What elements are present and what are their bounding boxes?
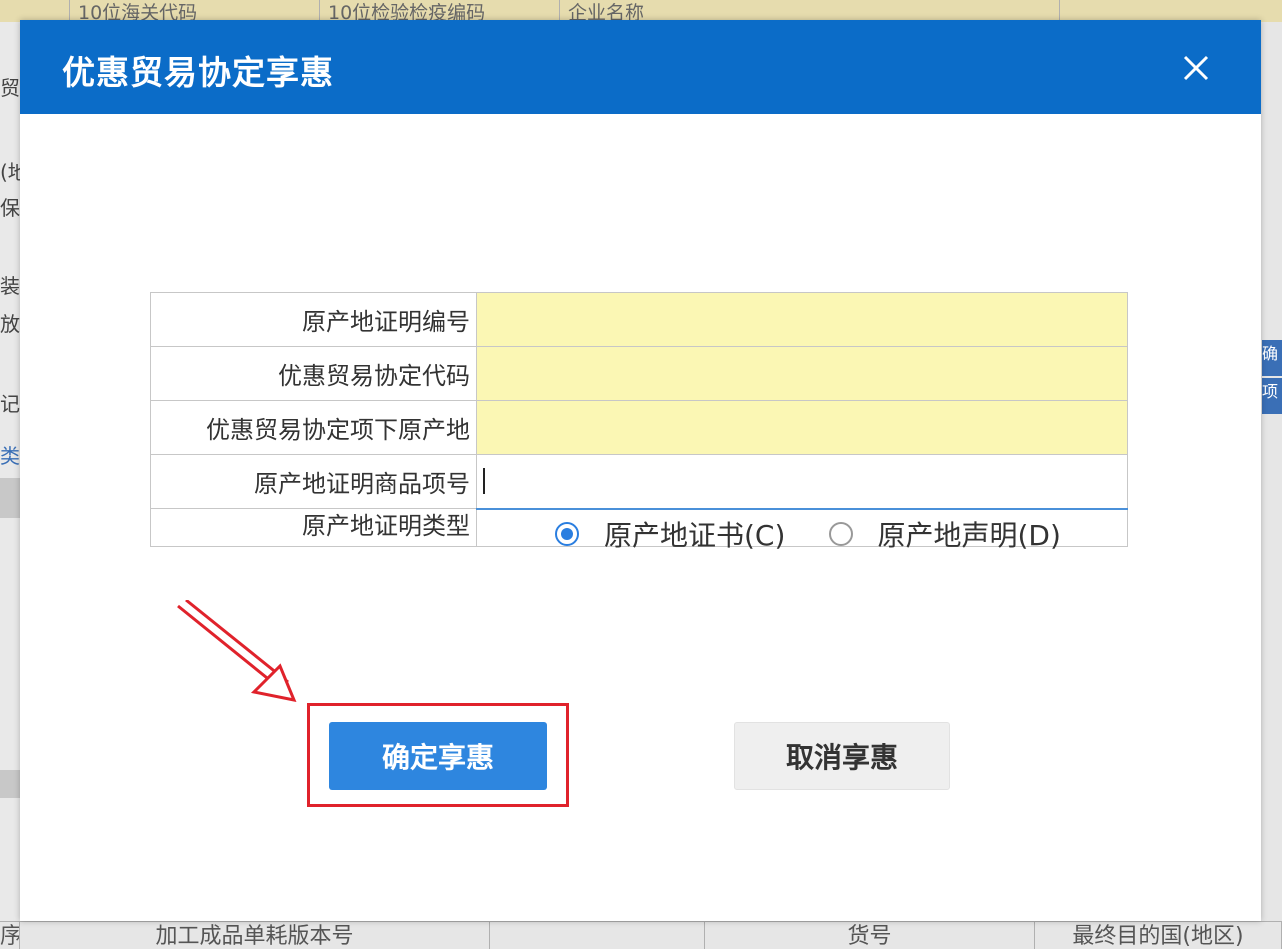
background-footer-cell: 货号 [705, 922, 1035, 949]
agreement-code-field[interactable] [476, 346, 1128, 401]
annotation-arrow-icon [177, 600, 297, 703]
background-table-footer: 序 加工成品单耗版本号 货号 最终目的国(地区) [0, 921, 1282, 949]
background-left-band [0, 770, 20, 798]
background-left-text: 类 [0, 444, 20, 468]
radio-label: 原产地证书(C) [604, 518, 786, 552]
background-footer-cell [490, 922, 705, 949]
background-left-text: (地 [0, 160, 20, 184]
certificate-type-field: 原产地证书(C) 原产地声明(D) [476, 508, 1128, 552]
form-row: 原产地证明商品项号 [150, 454, 1128, 510]
background-left-text: 贸 [0, 76, 20, 100]
confirm-preference-button[interactable]: 确定享惠 [329, 722, 547, 790]
preferential-trade-agreement-dialog: 优惠贸易协定享惠 原产地证明编号 优惠贸易协定代码 优惠贸易协定项下原产地 原产… [20, 20, 1261, 921]
agreement-origin-label: 优惠贸易协定项下原产地 [150, 400, 477, 455]
certificate-form: 原产地证明编号 优惠贸易协定代码 优惠贸易协定项下原产地 原产地证明商品项号 原… [150, 292, 1128, 552]
background-footer-cell: 序 [0, 922, 20, 949]
background-left-band [0, 478, 20, 518]
certificate-number-input[interactable] [477, 293, 1127, 346]
background-right-tab: 项 [1262, 378, 1282, 414]
background-left-text: 记 [0, 392, 20, 416]
certificate-number-field[interactable] [476, 292, 1128, 347]
form-row: 优惠贸易协定项下原产地 [150, 400, 1128, 455]
radio-label: 原产地声明(D) [877, 518, 1061, 552]
certificate-item-number-input[interactable] [477, 455, 1127, 508]
agreement-origin-input[interactable] [477, 401, 1127, 454]
close-icon[interactable] [1178, 50, 1214, 86]
background-header-blank [0, 0, 70, 22]
radio-unselected-icon[interactable] [828, 521, 853, 546]
background-left-text: 装 [0, 274, 20, 298]
certificate-type-radio-group: 原产地证书(C) 原产地声明(D) [555, 514, 1099, 554]
dialog-header: 优惠贸易协定享惠 [20, 20, 1261, 114]
cancel-preference-button[interactable]: 取消享惠 [734, 722, 950, 790]
agreement-code-input[interactable] [477, 347, 1127, 400]
background-header-customs-code: 10位海关代码 [70, 0, 320, 22]
certificate-item-number-field[interactable] [476, 454, 1128, 510]
background-footer-cell: 最终目的国(地区) [1035, 922, 1282, 949]
radio-selected-icon[interactable] [555, 521, 579, 546]
background-right-strip [1261, 22, 1282, 922]
background-right-tab: 确 [1262, 340, 1282, 376]
form-row: 优惠贸易协定代码 [150, 346, 1128, 401]
agreement-code-label: 优惠贸易协定代码 [150, 346, 477, 401]
background-footer-cell: 加工成品单耗版本号 [20, 922, 490, 949]
certificate-item-number-label: 原产地证明商品项号 [150, 454, 477, 509]
certificate-number-label: 原产地证明编号 [150, 292, 477, 347]
dialog-title: 优惠贸易协定享惠 [62, 53, 334, 92]
text-cursor [483, 468, 485, 494]
background-header-inspection-code: 10位检验检疫编码 [320, 0, 560, 22]
form-row: 原产地证明编号 [150, 292, 1128, 347]
agreement-origin-field[interactable] [476, 400, 1128, 455]
background-left-text: 保 [0, 196, 20, 220]
background-header-company-name: 企业名称 [560, 0, 1060, 22]
certificate-type-label: 原产地证明类型 [150, 508, 477, 547]
background-left-text: 放 [0, 312, 20, 336]
radio-certificate-of-origin[interactable]: 原产地证书(C) [555, 514, 785, 554]
radio-declaration-of-origin[interactable]: 原产地声明(D) [828, 514, 1061, 554]
form-row: 原产地证明类型 原产地证书(C) 原产地声明(D) [150, 508, 1128, 552]
